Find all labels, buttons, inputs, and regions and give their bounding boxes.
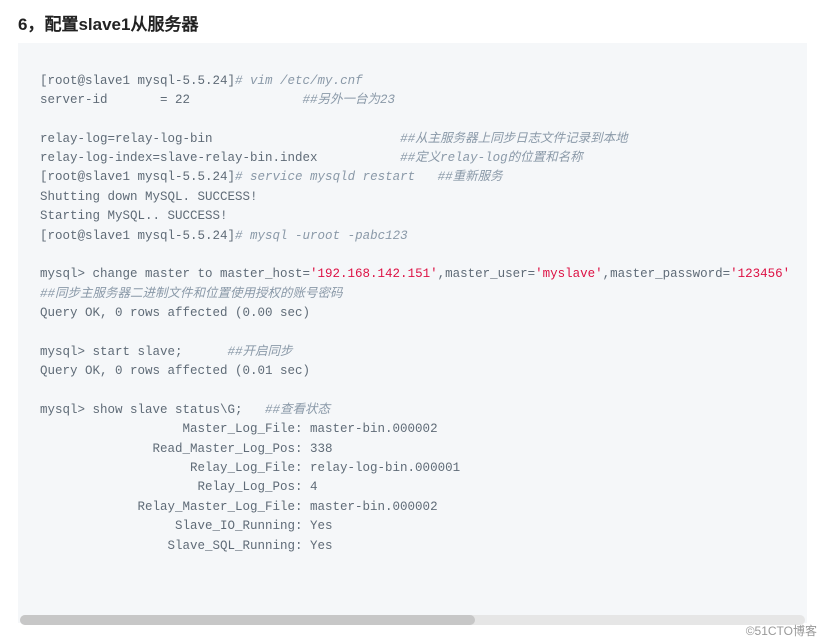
code-text: [root@slave1 mysql-5.5.24] [40,170,235,184]
scrollbar-thumb[interactable] [20,615,475,625]
code-text: Master_Log_File: master-bin.000002 [40,422,438,436]
code-comment: # vim /etc/my.cnf [235,74,363,88]
code-text: relay-log=relay-log-bin [40,132,400,146]
code-text: [root@slave1 mysql-5.5.24] [40,229,235,243]
code-text: Query OK, 0 rows affected (0.00 sec) [40,306,310,320]
code-comment: ##同步主服务器二进制文件和位置使用授权的账号密码 [40,287,343,301]
code-block-container: [root@slave1 mysql-5.5.24]# vim /etc/my.… [18,43,807,623]
code-comment: ##查看状态 [265,403,330,417]
code-comment: # mysql -uroot -pabc123 [235,229,408,243]
code-comment: ##定义relay-log的位置和名称 [400,151,583,165]
code-block: [root@slave1 mysql-5.5.24]# vim /etc/my.… [18,56,807,624]
code-text: Relay_Log_Pos: 4 [40,480,318,494]
code-string: '123456' [730,267,790,281]
code-text: mysql> show slave status\G; [40,403,265,417]
watermark: ©51CTO博客 [746,622,817,639]
code-text: ,master_user= [438,267,536,281]
code-comment: ##从主服务器上同步日志文件记录到本地 [400,132,628,146]
horizontal-scrollbar[interactable] [20,615,805,625]
code-text: Relay_Log_File: relay-log-bin.000001 [40,461,460,475]
code-text: Shutting down MySQL. SUCCESS! [40,190,258,204]
code-comment: ##重新服务 [438,170,503,184]
code-text: relay-log-index=slave-relay-bin.index [40,151,400,165]
code-comment: # service mysqld restart [235,170,438,184]
code-comment: ##另外一台为23 [303,93,396,107]
code-comment: ##开启同步 [228,345,293,359]
code-text: Relay_Master_Log_File: master-bin.000002 [40,500,438,514]
code-text: server-id = 22 [40,93,303,107]
code-text: Slave_SQL_Running: Yes [40,539,333,553]
code-string: '192.168.142.151' [310,267,438,281]
code-text: [root@slave1 mysql-5.5.24] [40,74,235,88]
code-text: ,master_password= [603,267,731,281]
section-heading: 6，配置slave1从服务器 [0,0,825,43]
code-text: mysql> start slave; [40,345,228,359]
code-string: 'myslave' [535,267,603,281]
code-text: Starting MySQL.. SUCCESS! [40,209,228,223]
code-text: Slave_IO_Running: Yes [40,519,333,533]
code-text: mysql> change master to master_host= [40,267,310,281]
code-text: Query OK, 0 rows affected (0.01 sec) [40,364,310,378]
code-text: Read_Master_Log_Pos: 338 [40,442,333,456]
